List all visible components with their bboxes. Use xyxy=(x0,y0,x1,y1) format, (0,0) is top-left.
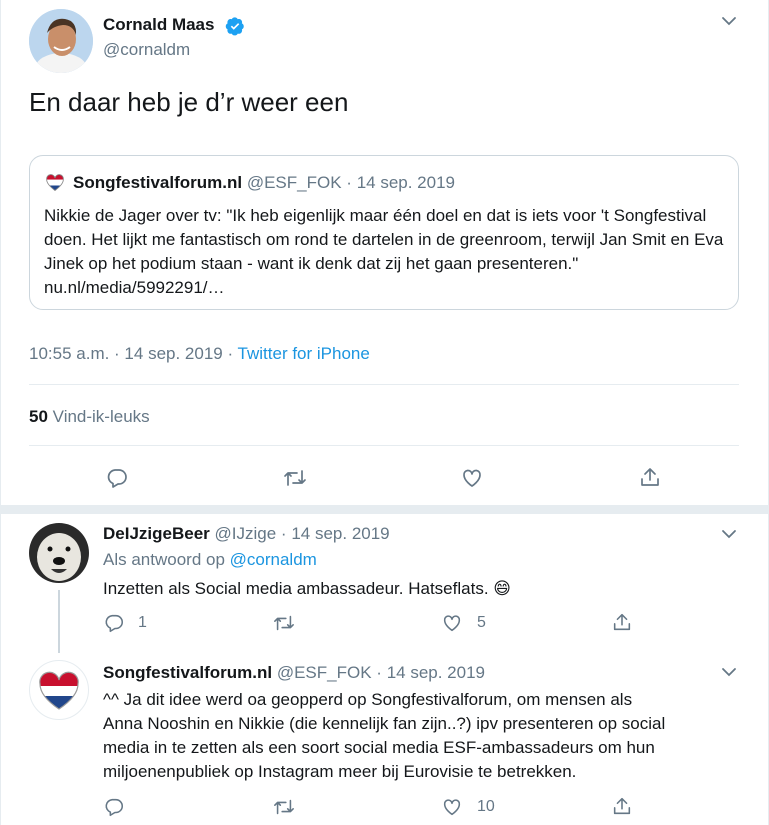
reply1-body: Inzetten als Social media ambassadeur. H… xyxy=(103,577,511,601)
chevron-down-icon[interactable] xyxy=(720,663,738,681)
like-icon[interactable] xyxy=(441,796,463,818)
reply1-date[interactable]: 14 sep. 2019 xyxy=(291,524,389,543)
likes-label: Vind-ik-leuks xyxy=(52,407,150,426)
tweet-thread: Cornald Maas @cornaldm En daar heb je d’… xyxy=(0,0,769,825)
like-icon[interactable] xyxy=(460,466,484,490)
quoted-sep: · xyxy=(346,173,352,192)
chevron-down-icon[interactable] xyxy=(720,12,738,30)
quoted-handle: @ESF_FOK xyxy=(246,173,342,192)
reply2-author-name[interactable]: Songfestivalforum.nl xyxy=(103,663,272,682)
quoted-name[interactable]: Songfestivalforum.nl xyxy=(73,173,242,192)
quoted-text: Nikkie de Jager over tv: "Ik heb eigenli… xyxy=(44,206,724,297)
likes-count: 50 xyxy=(29,407,48,426)
verified-badge-icon xyxy=(225,16,245,36)
share-icon[interactable] xyxy=(638,465,662,489)
thread-connector xyxy=(58,590,60,653)
author-handle[interactable]: @cornaldm xyxy=(103,40,190,60)
tweet-source[interactable]: Twitter for iPhone xyxy=(238,344,370,363)
reply1-sep: · xyxy=(280,524,287,543)
reply-prefix: Als antwoord op xyxy=(103,550,225,569)
reply-avatar[interactable] xyxy=(29,523,89,583)
reply-icon[interactable] xyxy=(105,466,129,490)
like-count: 10 xyxy=(477,798,495,815)
author-name[interactable]: Cornald Maas xyxy=(103,15,214,35)
reply-avatar[interactable] xyxy=(29,660,89,720)
tweet-text: En daar heb je d’r weer een xyxy=(29,87,349,117)
reply1-handle[interactable]: @IJzige xyxy=(215,524,277,543)
reply2-date[interactable]: 14 sep. 2019 xyxy=(387,663,485,682)
share-icon[interactable] xyxy=(611,611,633,633)
tweet-meta: 10:55 a.m. · 14 sep. 2019 · Twitter for … xyxy=(29,344,370,364)
reply1-text: Inzetten als Social media ambassadeur. H… xyxy=(103,579,489,598)
reply2-line: media in te zetten als een soort social … xyxy=(103,738,655,757)
like-icon[interactable] xyxy=(441,612,463,634)
share-icon[interactable] xyxy=(611,795,633,817)
author-avatar[interactable] xyxy=(29,9,93,73)
retweet-icon[interactable] xyxy=(272,612,296,634)
chevron-down-icon[interactable] xyxy=(720,525,738,543)
likes-summary[interactable]: 50 Vind-ik-leuks xyxy=(29,407,150,427)
section-divider xyxy=(1,505,768,514)
quoted-date: 14 sep. 2019 xyxy=(356,173,455,192)
like-count: 5 xyxy=(477,614,486,631)
reply-icon[interactable] xyxy=(103,796,125,818)
reply2-line: Anna Nooshin en Nikkie (die kennelijk fa… xyxy=(103,714,666,733)
reply1-author-name[interactable]: DeIJzigeBeer xyxy=(103,524,210,543)
reply-icon[interactable] xyxy=(103,612,125,634)
quoted-tweet-card[interactable]: Songfestivalforum.nl @ESF_FOK · 14 sep. … xyxy=(29,155,739,310)
reply2-line: ^^ Ja dit idee werd oa geopperd op Songf… xyxy=(103,690,633,709)
divider xyxy=(29,445,739,446)
reply2-text: ^^ Ja dit idee werd oa geopperd op Songf… xyxy=(103,688,743,784)
retweet-icon[interactable] xyxy=(272,796,296,818)
reply1-context: Als antwoord op @cornaldm xyxy=(103,550,317,570)
divider xyxy=(29,384,739,385)
reply2-header: Songfestivalforum.nl @ESF_FOK · 14 sep. … xyxy=(103,663,485,683)
reply2-sep: · xyxy=(376,663,382,682)
reply-count: 1 xyxy=(138,614,147,631)
reply1-header: DeIJzigeBeer @IJzige · 14 sep. 2019 xyxy=(103,524,390,544)
heart-flag-logo-icon xyxy=(45,173,65,193)
grinning-emoji-icon: 😄 xyxy=(493,579,512,598)
reply2-line: miljoenenpubliek op Instagram meer bij E… xyxy=(103,762,577,781)
reply-to-link[interactable]: @cornaldm xyxy=(230,550,317,569)
tweet-timestamp[interactable]: 10:55 a.m. · 14 sep. 2019 · xyxy=(29,344,233,363)
reply2-handle[interactable]: @ESF_FOK xyxy=(277,663,372,682)
retweet-icon[interactable] xyxy=(282,466,308,490)
quoted-header: Songfestivalforum.nl @ESF_FOK · 14 sep. … xyxy=(73,173,455,193)
